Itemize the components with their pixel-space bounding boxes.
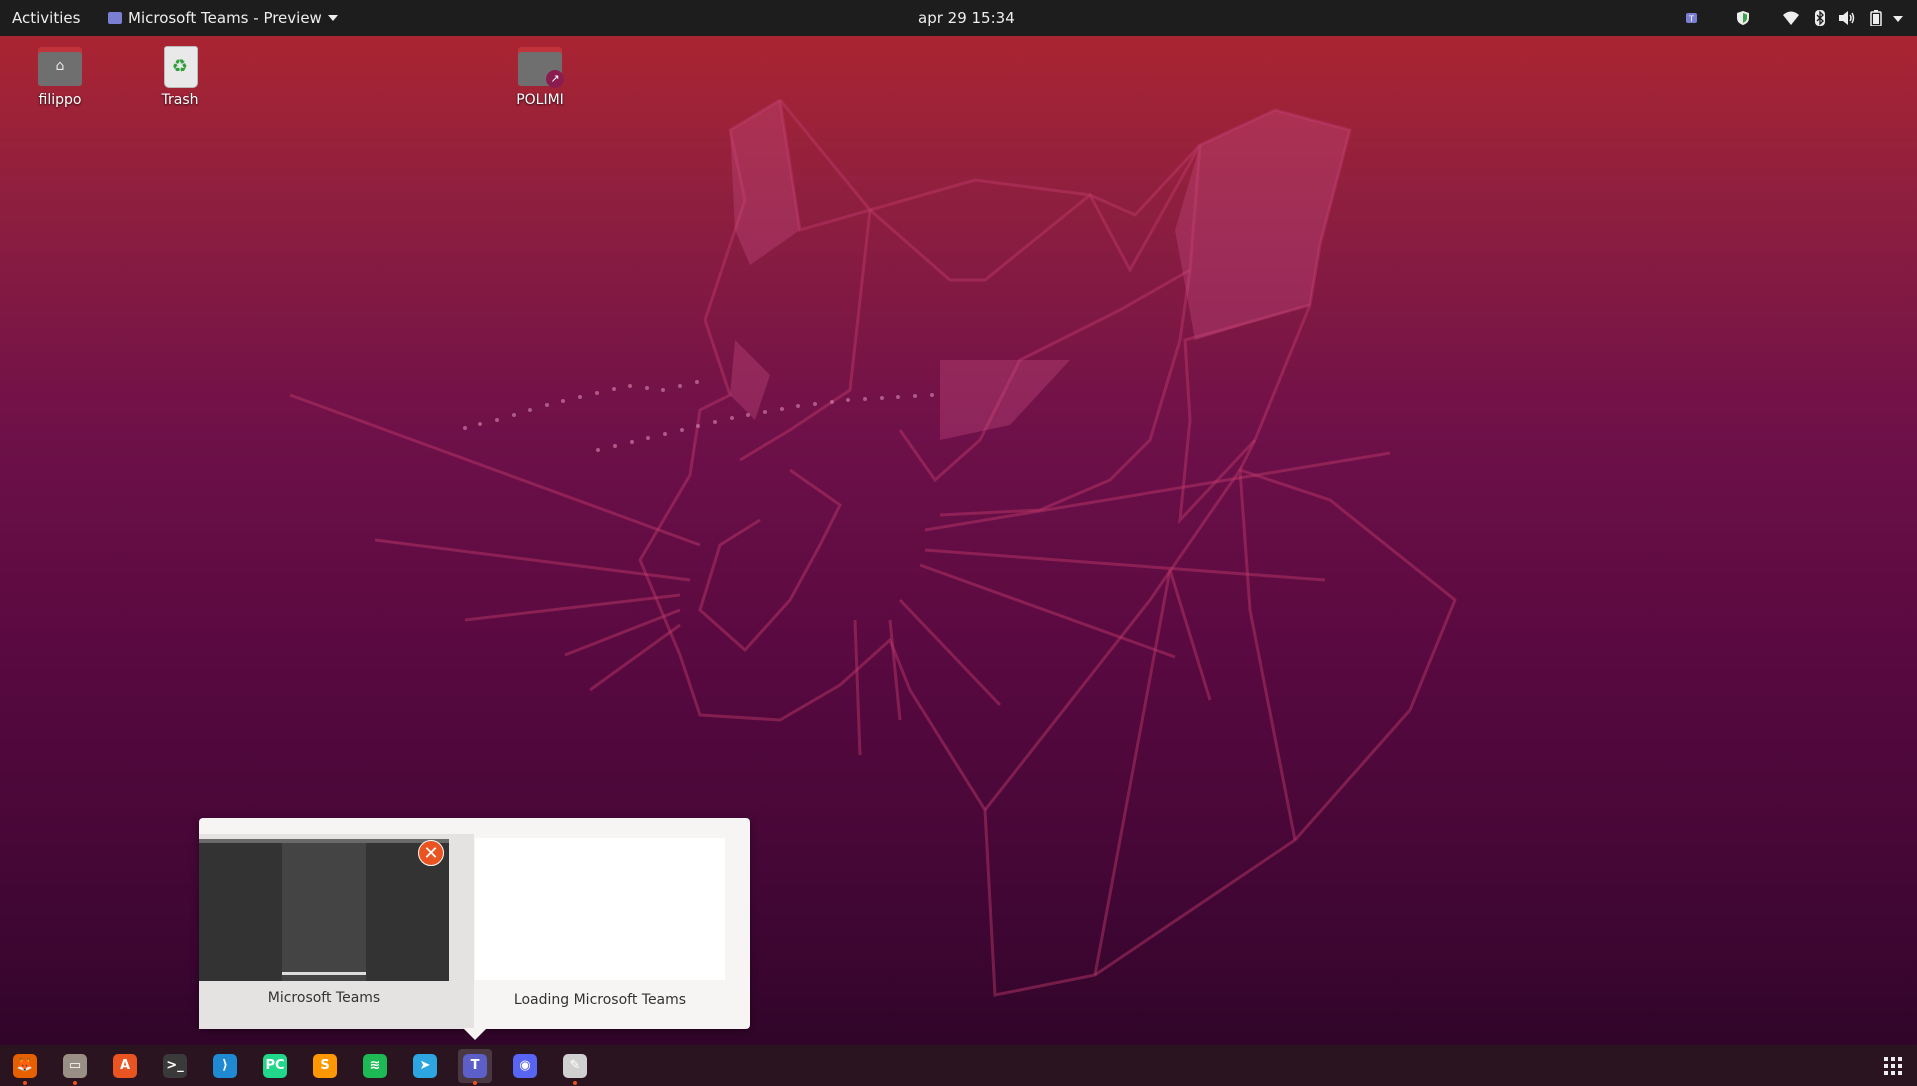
bluetooth-icon[interactable] (1814, 10, 1826, 26)
desktop-icon-label: Trash (161, 92, 199, 108)
dock-item-terminal[interactable]: >_ (158, 1049, 192, 1083)
window-preview-label: Loading Microsoft Teams (513, 992, 687, 1008)
teams-app-icon (108, 12, 122, 24)
dock-item-sublime-text[interactable]: S (308, 1049, 342, 1083)
dock-item-telegram[interactable]: ➤ (408, 1049, 442, 1083)
window-preview-label: Microsoft Teams (267, 990, 381, 1006)
running-indicator (73, 1081, 77, 1085)
dock-item-software[interactable]: A (108, 1049, 142, 1083)
spotify-icon: ≋ (363, 1054, 387, 1078)
desktop-icon-polimi[interactable]: ↗ POLIMI (490, 44, 590, 108)
desktop-icon-label: filippo (38, 92, 82, 108)
dock-item-spotify[interactable]: ≋ (358, 1049, 392, 1083)
pycharm-icon: PC (263, 1054, 287, 1078)
app-menu-label: Microsoft Teams - Preview (128, 9, 322, 27)
window-preview-teams[interactable]: ✕ Microsoft Teams (199, 834, 474, 1029)
desktop-icon-home[interactable]: ⌂ filippo (10, 44, 110, 108)
window-preview-loading-teams[interactable]: Loading Microsoft Teams (475, 836, 725, 1011)
running-indicator (473, 1081, 477, 1085)
dock-item-files[interactable]: ▭ (58, 1049, 92, 1085)
dock-item-vscode[interactable]: ⟩ (208, 1049, 242, 1083)
dock-item-pycharm[interactable]: PC (258, 1049, 292, 1083)
dock-item-image-viewer[interactable]: ✎ (558, 1049, 592, 1085)
shield-icon[interactable] (1736, 10, 1750, 26)
terminal-icon: >_ (163, 1054, 187, 1078)
software-icon: A (113, 1054, 137, 1078)
volume-icon[interactable] (1838, 10, 1856, 26)
app-menu-button[interactable]: Microsoft Teams - Preview (108, 0, 338, 36)
dock: 🦊 ▭ A >_ ⟩ PC S ≋ ➤ T ◉ ✎ (0, 1045, 1917, 1086)
running-indicator (23, 1081, 27, 1085)
clock-button[interactable]: apr 29 15:34 (918, 0, 1015, 36)
image-viewer-icon: ✎ (563, 1054, 587, 1078)
chevron-down-icon (327, 15, 338, 21)
wifi-icon[interactable] (1782, 10, 1800, 26)
firefox-icon: 🦊 (13, 1054, 37, 1078)
dock-item-firefox[interactable]: 🦊 (8, 1049, 42, 1085)
popup-pointer-arrow (463, 1028, 487, 1040)
running-indicator (573, 1081, 577, 1085)
files-icon: ▭ (63, 1054, 87, 1078)
window-thumbnail[interactable] (475, 838, 725, 980)
window-previews-popup: ✕ Microsoft Teams Loading Microsoft Team… (199, 818, 750, 1029)
system-menu-caret-icon[interactable] (1892, 15, 1904, 23)
sublime-text-icon: S (313, 1054, 337, 1078)
vscode-icon: ⟩ (213, 1054, 237, 1078)
show-applications-grid-icon[interactable] (1884, 1057, 1902, 1075)
folder-link-icon: ↗ (516, 44, 564, 88)
discord-icon: ◉ (513, 1054, 537, 1078)
home-folder-icon: ⌂ (36, 44, 84, 88)
desktop-icon-trash[interactable]: ♻ Trash (130, 44, 230, 108)
trash-icon: ♻ (156, 44, 204, 88)
top-bar: Activities Microsoft Teams - Preview apr… (0, 0, 1917, 36)
telegram-icon: ➤ (413, 1054, 437, 1078)
desktop: Activities Microsoft Teams - Preview apr… (0, 0, 1917, 1086)
dock-item-discord[interactable]: ◉ (508, 1049, 542, 1083)
activities-button[interactable]: Activities (12, 0, 80, 36)
window-thumbnail[interactable] (199, 839, 449, 981)
dock-item-teams[interactable]: T (458, 1049, 492, 1085)
close-window-button[interactable]: ✕ (418, 840, 444, 866)
teams-icon: T (463, 1054, 487, 1078)
svg-text:T: T (1688, 15, 1694, 24)
desktop-icon-label: POLIMI (516, 92, 564, 108)
battery-icon[interactable] (1870, 10, 1882, 26)
teams-tray-icon[interactable]: T (1684, 10, 1700, 26)
